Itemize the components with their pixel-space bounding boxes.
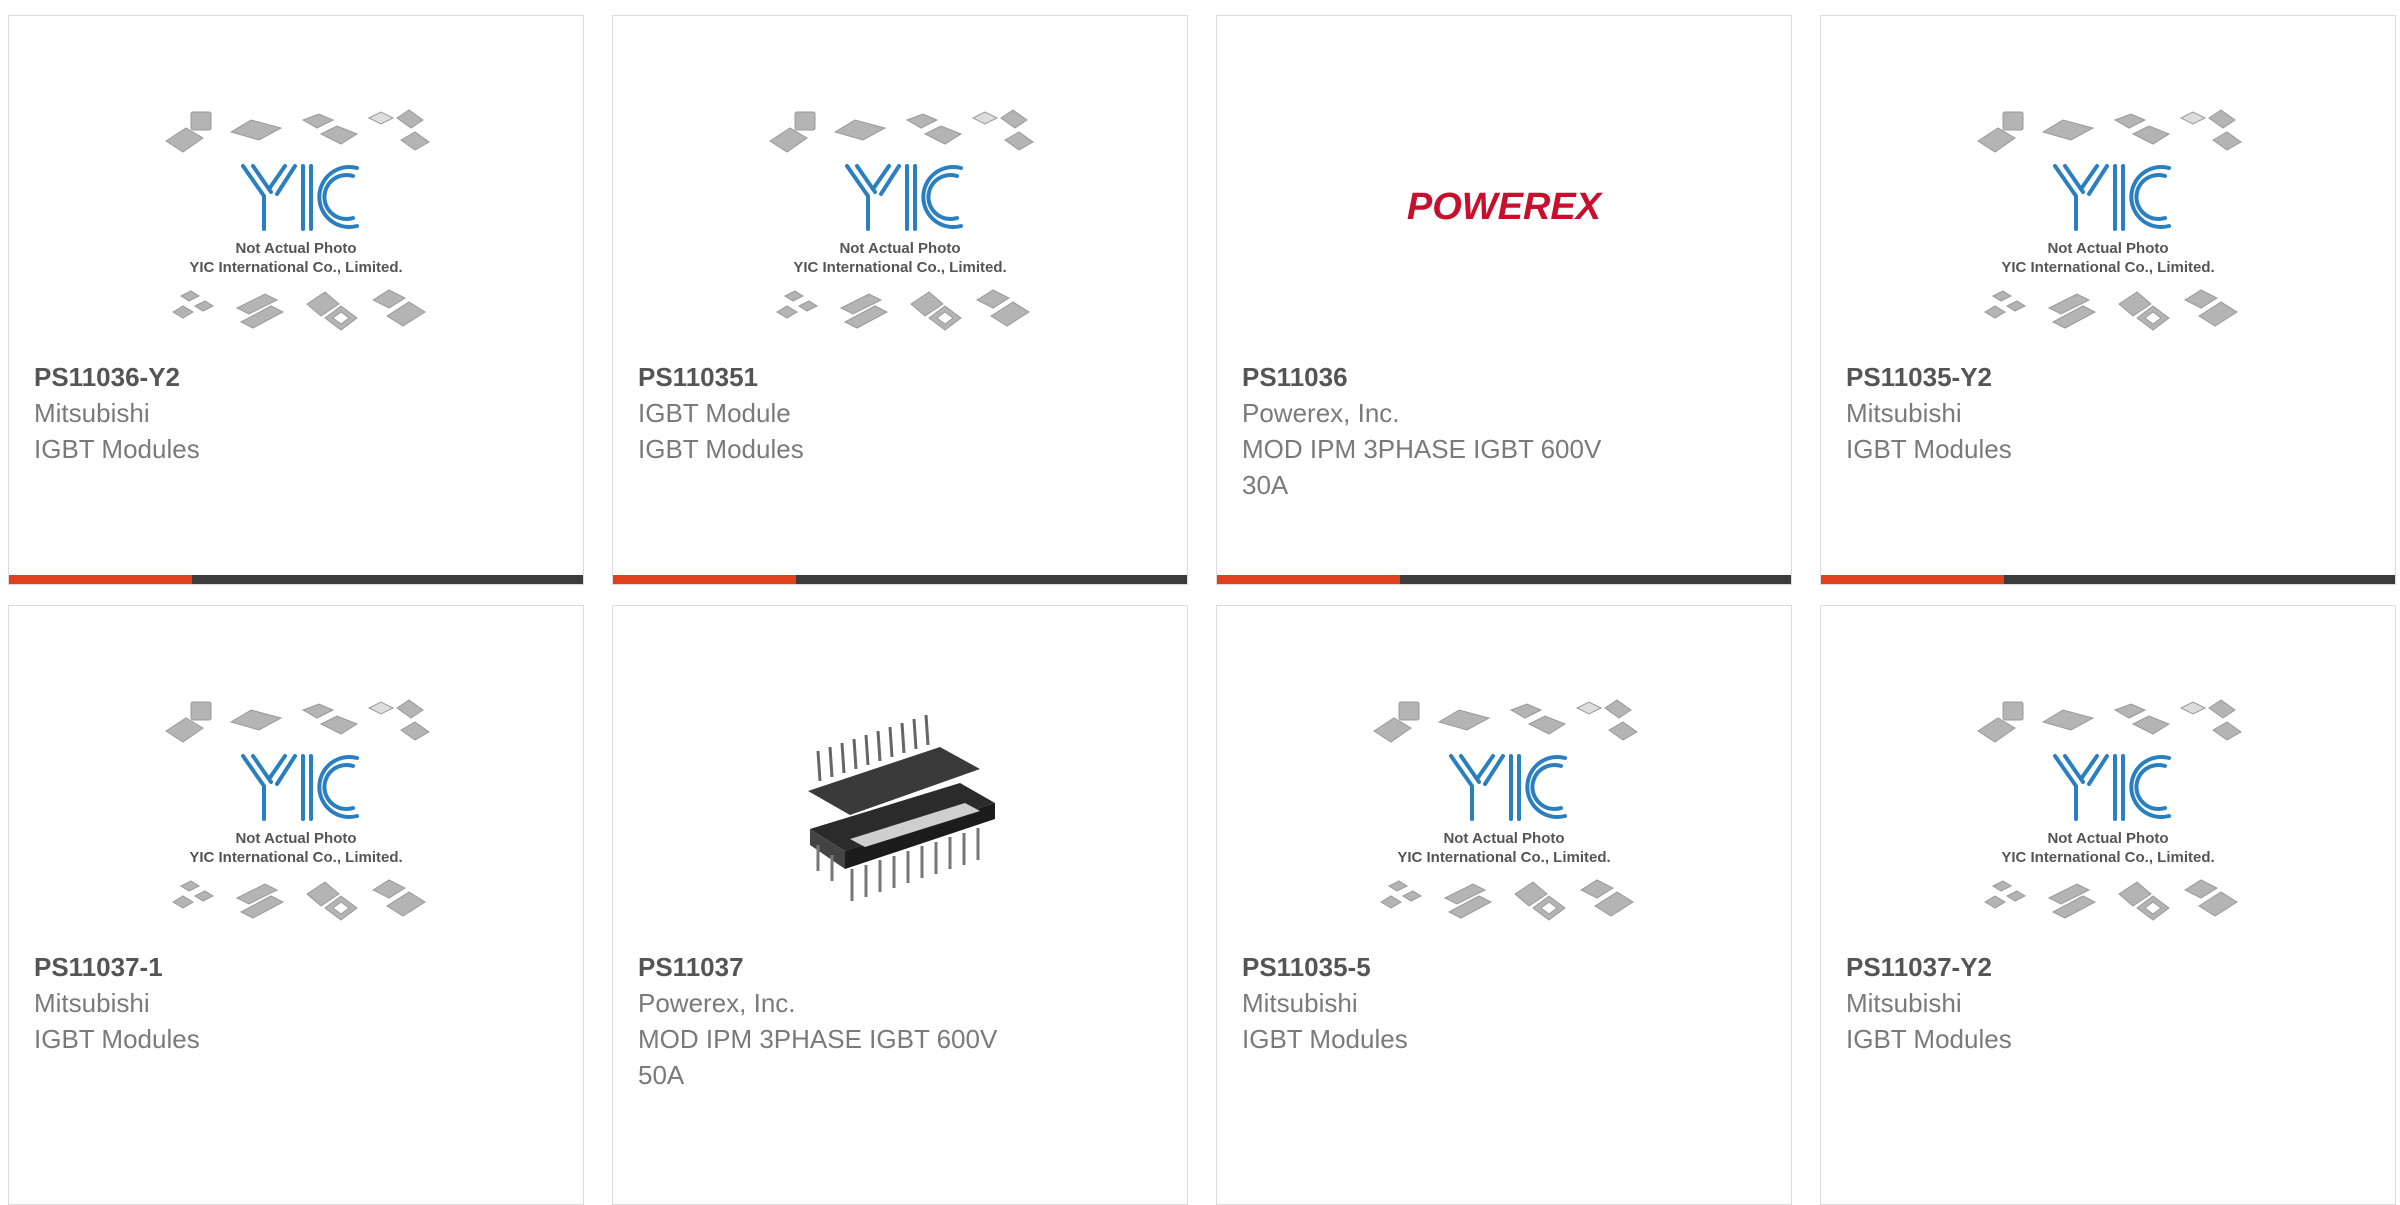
product-description: IGBT Modules [34, 434, 200, 464]
product-card[interactable]: Not Actual Photo YIC International Co., … [1820, 605, 2396, 1205]
placeholder-line2: YIC International Co., Limited. [793, 259, 1006, 276]
powerex-logo: POWEREX [1407, 186, 1604, 228]
yic-placeholder-image: Not Actual Photo YIC International Co., … [165, 699, 430, 921]
product-info: PS110351 IGBT Module IGBT Modules [638, 359, 1067, 467]
part-number[interactable]: PS11036-Y2 [34, 359, 463, 395]
card-hover-bar [1821, 575, 2395, 584]
manufacturer: Powerex, Inc. [1242, 398, 1400, 428]
part-number[interactable]: PS110351 [638, 359, 1067, 395]
manufacturer: Powerex, Inc. [638, 988, 796, 1018]
card-hover-accent [1821, 575, 2004, 584]
yic-placeholder-image: Not Actual Photo YIC International Co., … [769, 109, 1034, 331]
placeholder-line1: Not Actual Photo [235, 240, 356, 257]
product-description: MOD IPM 3PHASE IGBT 600V [638, 1024, 998, 1054]
product-image[interactable]: Not Actual Photo YIC International Co., … [1821, 86, 2395, 361]
placeholder-line2: YIC International Co., Limited. [189, 259, 402, 276]
product-description: IGBT Modules [1846, 434, 2012, 464]
card-hover-accent [9, 575, 192, 584]
product-card[interactable]: Not Actual Photo YIC International Co., … [1216, 605, 1792, 1205]
manufacturer: Mitsubishi [1242, 988, 1358, 1018]
product-grid: Not Actual Photo YIC International Co., … [0, 0, 2400, 1205]
yic-placeholder-image: Not Actual Photo YIC International Co., … [165, 109, 430, 331]
placeholder-line2: YIC International Co., Limited. [1397, 849, 1610, 866]
manufacturer: Mitsubishi [1846, 988, 1962, 1018]
product-card[interactable]: PS11037 Powerex, Inc. MOD IPM 3PHASE IGBT … [612, 605, 1188, 1205]
product-card[interactable]: Not Actual Photo YIC International Co., … [1820, 15, 2396, 585]
product-image[interactable]: Not Actual Photo YIC International Co., … [613, 86, 1187, 361]
card-hover-accent [613, 575, 796, 584]
product-info: PS11036-Y2 Mitsubishi IGBT Modules [34, 359, 463, 467]
part-number[interactable]: PS11037 [638, 949, 1067, 985]
product-info: PS11036 Powerex, Inc. MOD IPM 3PHASE IGBT … [1242, 359, 1671, 503]
product-image[interactable]: Not Actual Photo YIC International Co., … [1217, 676, 1791, 951]
card-hover-bar [613, 575, 1187, 584]
card-hover-accent [1217, 575, 1400, 584]
manufacturer: Mitsubishi [34, 988, 150, 1018]
product-description: MOD IPM 3PHASE IGBT 600V [1242, 434, 1602, 464]
powerex-logo-text: POWEREX [1407, 186, 1604, 228]
placeholder-line1: Not Actual Photo [1443, 830, 1564, 847]
product-description-cont: 30A [1242, 470, 1289, 500]
placeholder-line1: Not Actual Photo [235, 830, 356, 847]
yic-placeholder-image: Not Actual Photo YIC International Co., … [1977, 109, 2242, 331]
product-image[interactable]: Not Actual Photo YIC International Co., … [1821, 676, 2395, 951]
product-card[interactable]: Not Actual Photo YIC International Co., … [8, 605, 584, 1205]
manufacturer: Mitsubishi [1846, 398, 1962, 428]
yic-placeholder-image: Not Actual Photo YIC International Co., … [1977, 699, 2242, 921]
placeholder-line2: YIC International Co., Limited. [2001, 259, 2214, 276]
placeholder-line2: YIC International Co., Limited. [2001, 849, 2214, 866]
placeholder-line1: Not Actual Photo [2047, 830, 2168, 847]
product-card[interactable]: Not Actual Photo YIC International Co., … [8, 15, 584, 585]
product-info: PS11037-Y2 Mitsubishi IGBT Modules [1846, 949, 2275, 1057]
product-description: IGBT Modules [638, 434, 804, 464]
placeholder-line1: Not Actual Photo [839, 240, 960, 257]
product-card[interactable]: POWEREX PS11036 Powerex, Inc. MOD IPM 3PHA… [1216, 15, 1792, 585]
product-image[interactable]: Not Actual Photo YIC International Co., … [9, 676, 583, 951]
product-image[interactable]: POWEREX [1217, 86, 1791, 361]
product-image[interactable]: Not Actual Photo YIC International Co., … [9, 86, 583, 361]
product-card[interactable]: Not Actual Photo YIC International Co., … [612, 15, 1188, 585]
part-number[interactable]: PS11035-Y2 [1846, 359, 2275, 395]
product-description-cont: 50A [638, 1060, 685, 1090]
product-info: PS11035-5 Mitsubishi IGBT Modules [1242, 949, 1671, 1057]
card-hover-bar [1217, 575, 1791, 584]
product-description: IGBT Modules [34, 1024, 200, 1054]
yic-placeholder-image: Not Actual Photo YIC International Co., … [1373, 699, 1638, 921]
product-info: PS11037 Powerex, Inc. MOD IPM 3PHASE IGBT … [638, 949, 1067, 1093]
card-hover-bar [9, 575, 583, 584]
manufacturer: IGBT Module [638, 398, 791, 428]
part-number[interactable]: PS11035-5 [1242, 949, 1671, 985]
part-number[interactable]: PS11036 [1242, 359, 1671, 395]
product-info: PS11037-1 Mitsubishi IGBT Modules [34, 949, 463, 1057]
product-description: IGBT Modules [1242, 1024, 1408, 1054]
product-description: IGBT Modules [1846, 1024, 2012, 1054]
part-number[interactable]: PS11037-1 [34, 949, 463, 985]
placeholder-line2: YIC International Co., Limited. [189, 849, 402, 866]
placeholder-line1: Not Actual Photo [2047, 240, 2168, 257]
manufacturer: Mitsubishi [34, 398, 150, 428]
product-image[interactable] [613, 676, 1187, 951]
part-number[interactable]: PS11037-Y2 [1846, 949, 2275, 985]
ipm-module-photo [808, 714, 995, 901]
product-info: PS11035-Y2 Mitsubishi IGBT Modules [1846, 359, 2275, 467]
